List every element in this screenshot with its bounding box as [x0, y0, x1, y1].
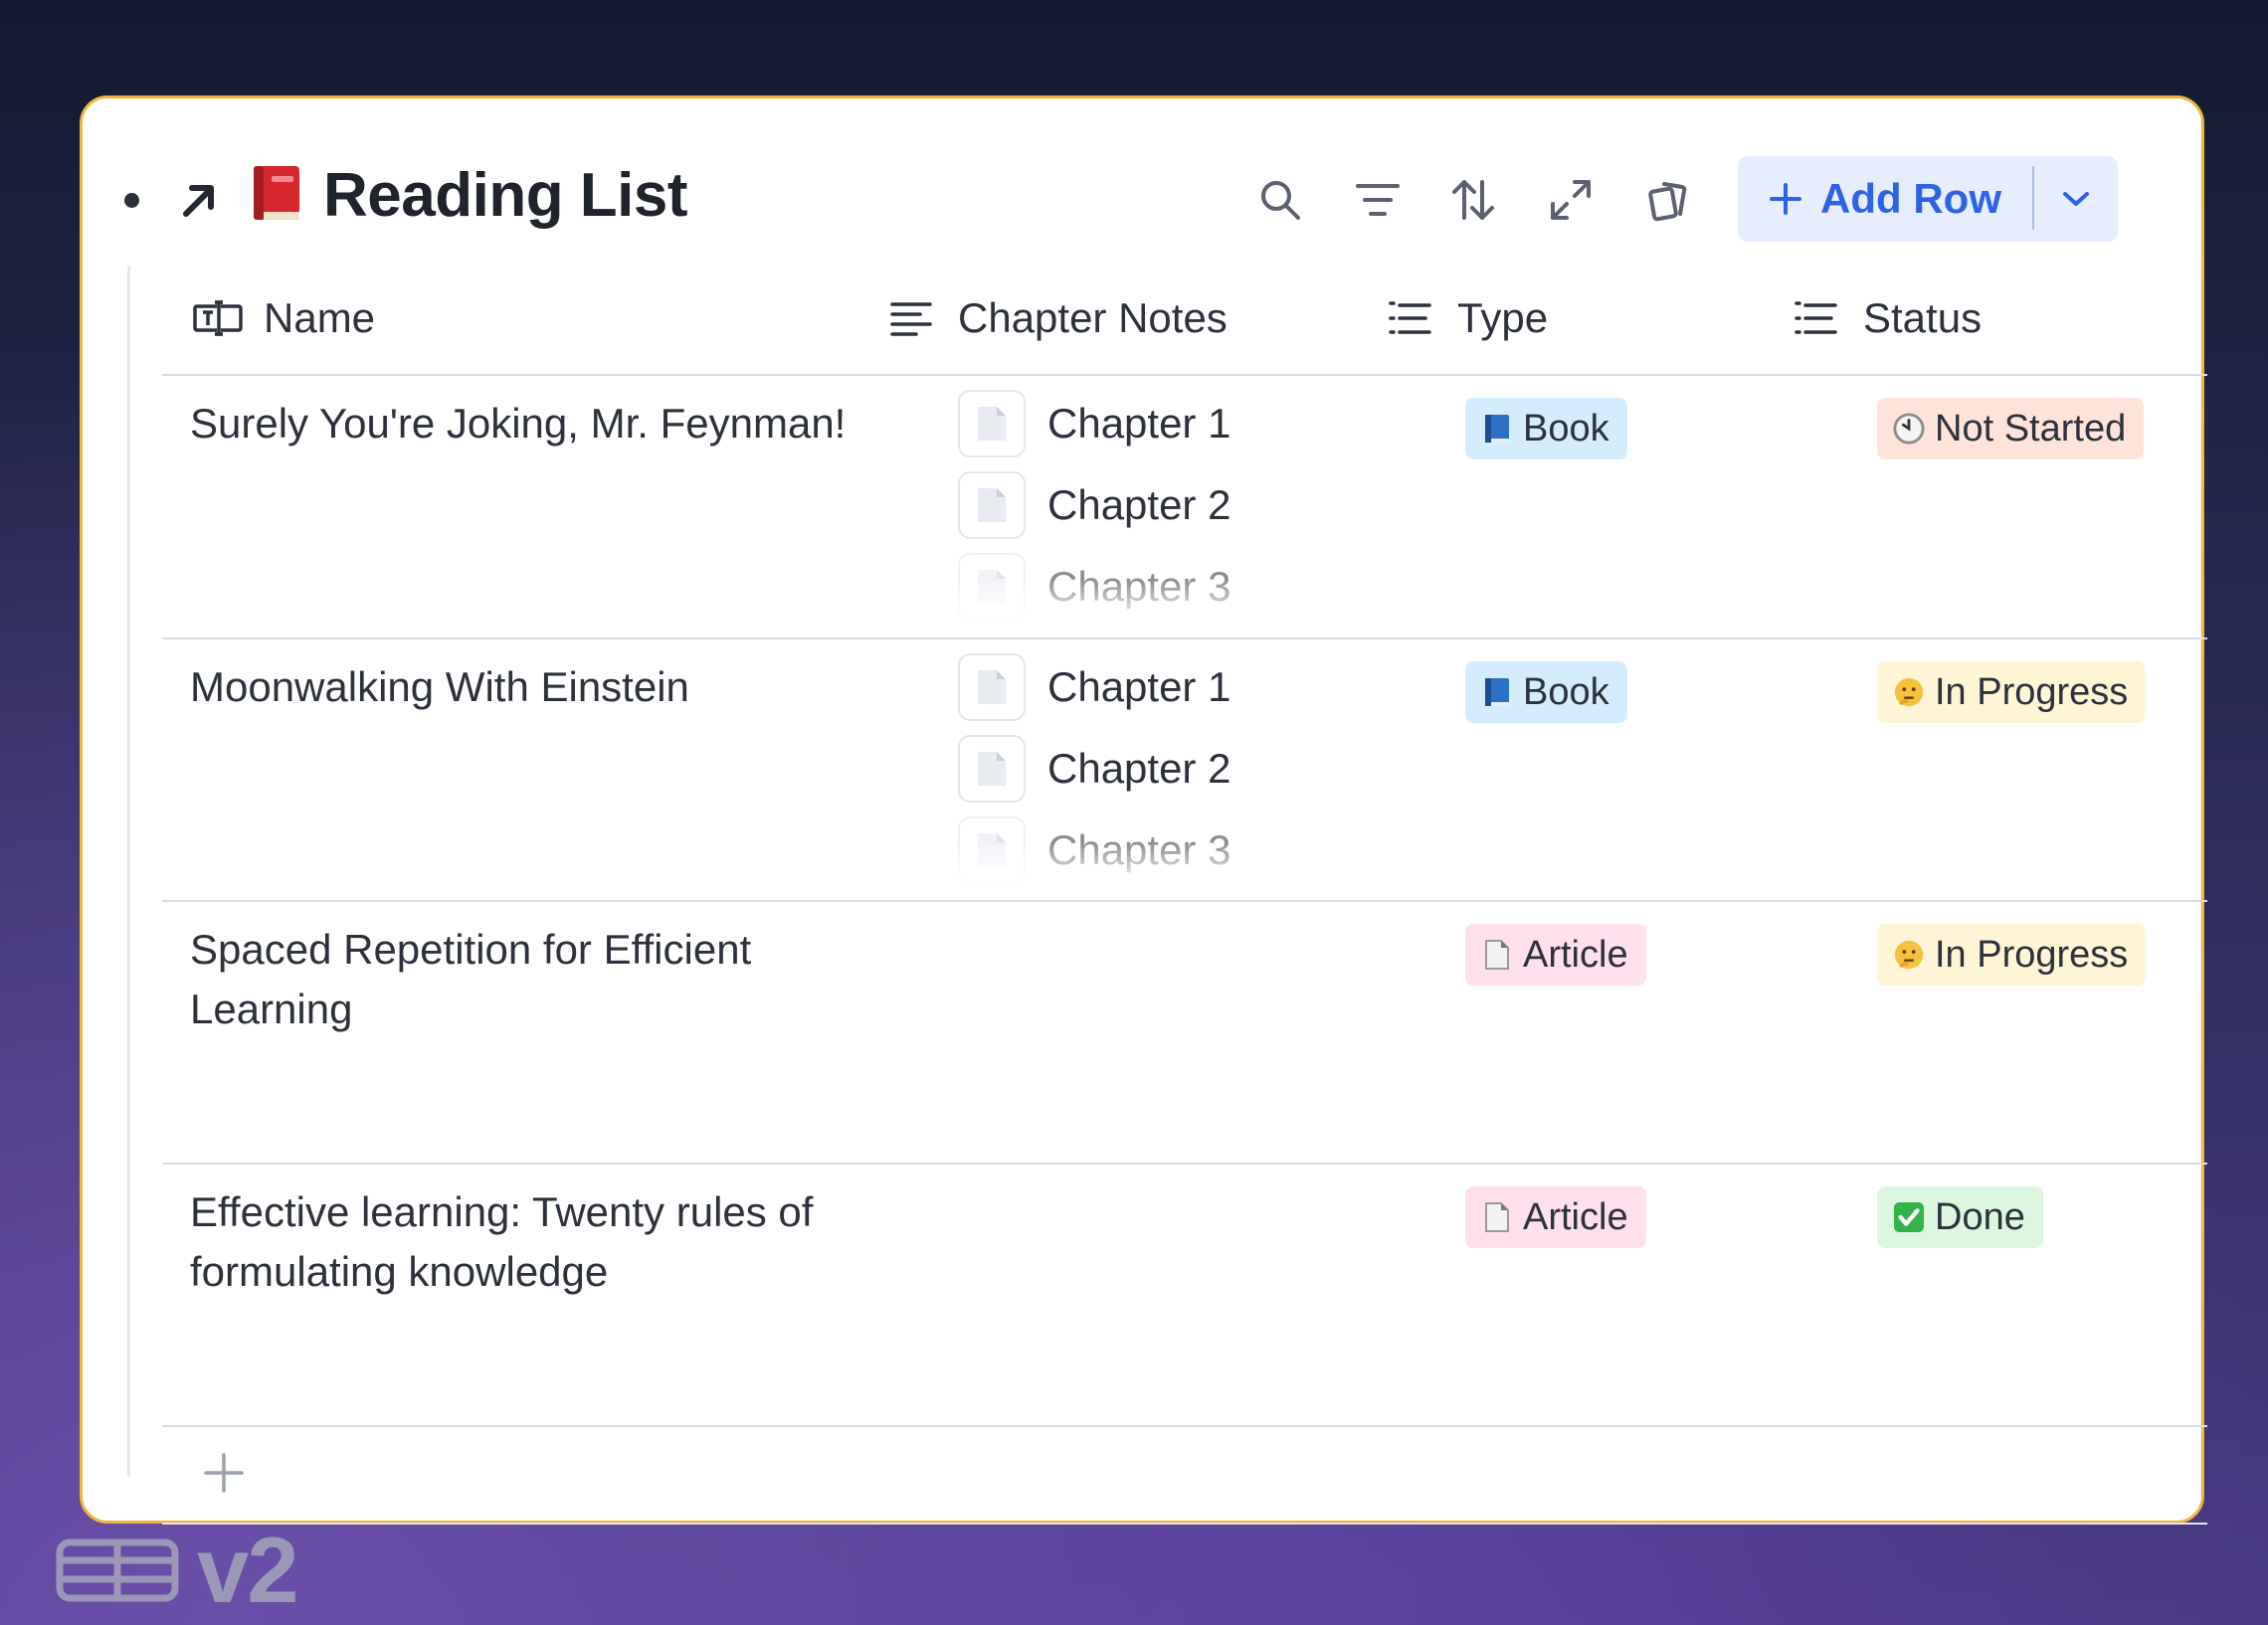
add-row-plus-icon[interactable]	[200, 1449, 248, 1497]
status-badge[interactable]: In Progress	[1877, 661, 2147, 723]
thinking-face-icon	[1894, 677, 1924, 707]
title-field-icon	[193, 300, 243, 336]
row-name[interactable]: Effective learning: Twenty rules of form…	[190, 1182, 876, 1302]
page-icon	[978, 752, 1006, 786]
arrow-up-right-icon[interactable]	[174, 176, 222, 224]
panel-header: Reading List Add Row	[83, 98, 2201, 307]
page-icon	[978, 407, 1006, 441]
database-panel: Reading List Add Row Name Chapter Notes …	[80, 95, 2207, 1525]
blue-book-icon	[1485, 678, 1509, 706]
chapter-link[interactable]: Chapter 1	[958, 651, 1230, 723]
row-divider	[162, 1425, 2207, 1427]
page-icon	[1485, 1202, 1509, 1232]
chapter-link[interactable]: Chapter 2	[958, 469, 1230, 541]
column-header-type[interactable]: Type	[1386, 283, 1548, 353]
version-badge: v2	[56, 1518, 299, 1622]
status-badge[interactable]: Done	[1877, 1186, 2043, 1248]
page-icon	[978, 833, 1006, 867]
type-tag[interactable]: Article	[1465, 1186, 1646, 1248]
column-header-label: Status	[1863, 294, 1983, 341]
blue-book-icon	[1485, 415, 1509, 443]
page-icon	[978, 570, 1006, 604]
chapter-link[interactable]: Chapter 3	[958, 551, 1230, 623]
text-lines-icon	[890, 302, 932, 336]
column-header-name[interactable]: Name	[192, 283, 375, 353]
chevron-down-icon	[2063, 192, 2089, 206]
sort-icon	[1452, 180, 1494, 220]
add-row-split-button: Add Row	[1738, 156, 2118, 242]
table-row[interactable]: Moonwalking With Einstein Chapter 1 Chap…	[162, 639, 2207, 902]
column-header-label: Chapter Notes	[958, 294, 1228, 341]
type-tag[interactable]: Book	[1465, 661, 1627, 723]
check-mark-icon	[1893, 1201, 1925, 1233]
row-name[interactable]: Spaced Repetition for Efficient Learning	[190, 920, 876, 1039]
chapter-link[interactable]: Chapter 2	[958, 733, 1230, 805]
search-button[interactable]	[1250, 170, 1310, 230]
add-row-button[interactable]: Add Row	[1738, 156, 2032, 242]
clock-icon	[1893, 413, 1925, 445]
page-title: Reading List	[323, 161, 688, 230]
row-name[interactable]: Moonwalking With Einstein	[190, 657, 876, 717]
red-book-icon	[254, 166, 299, 220]
column-header-label: Type	[1457, 294, 1549, 341]
filter-icon	[1356, 184, 1400, 216]
bullet-icon	[124, 193, 139, 208]
column-header-chapter-notes[interactable]: Chapter Notes	[886, 283, 1228, 353]
block-indent-rule	[127, 266, 130, 1477]
page-icon	[978, 488, 1006, 522]
expand-button[interactable]	[1541, 170, 1601, 230]
list-icon	[1389, 301, 1431, 334]
type-tag[interactable]: Article	[1465, 924, 1646, 986]
thinking-face-icon	[1894, 940, 1924, 970]
add-row-dropdown-button[interactable]	[2034, 156, 2118, 242]
table-bottom-rule	[162, 1523, 2207, 1525]
chapter-link[interactable]: Chapter 3	[958, 814, 1230, 886]
copy-button[interactable]	[1638, 170, 1698, 230]
table-row[interactable]: Surely You're Joking, Mr. Feynman! Chapt…	[162, 376, 2207, 638]
page-icon	[1485, 940, 1509, 970]
copy-icon	[1648, 182, 1687, 222]
table-row[interactable]: Spaced Repetition for Efficient Learning…	[162, 902, 2207, 1165]
table-icon	[56, 1538, 179, 1602]
row-name[interactable]: Surely You're Joking, Mr. Feynman!	[190, 394, 876, 453]
column-header-status[interactable]: Status	[1792, 283, 1982, 353]
status-badge[interactable]: In Progress	[1877, 924, 2147, 986]
expand-icon	[1551, 180, 1591, 220]
status-badge[interactable]: Not Started	[1877, 398, 2145, 459]
plus-icon	[1770, 183, 1802, 215]
filter-button[interactable]	[1348, 170, 1408, 230]
search-icon	[1261, 181, 1300, 220]
list-icon	[1795, 301, 1837, 334]
add-row-label: Add Row	[1820, 175, 2001, 222]
type-tag[interactable]: Book	[1465, 398, 1627, 459]
column-header-label: Name	[264, 294, 376, 341]
page-icon	[978, 670, 1006, 704]
chapter-link[interactable]: Chapter 1	[958, 388, 1230, 459]
chapter-notes-cell: Chapter 1 Chapter 2 Chapter 3	[958, 388, 1356, 627]
table-row[interactable]: Effective learning: Twenty rules of form…	[162, 1165, 2207, 1427]
chapter-notes-cell: Chapter 1 Chapter 2 Chapter 3	[958, 651, 1356, 890]
version-label: v2	[197, 1518, 299, 1622]
sort-button[interactable]	[1443, 170, 1503, 230]
